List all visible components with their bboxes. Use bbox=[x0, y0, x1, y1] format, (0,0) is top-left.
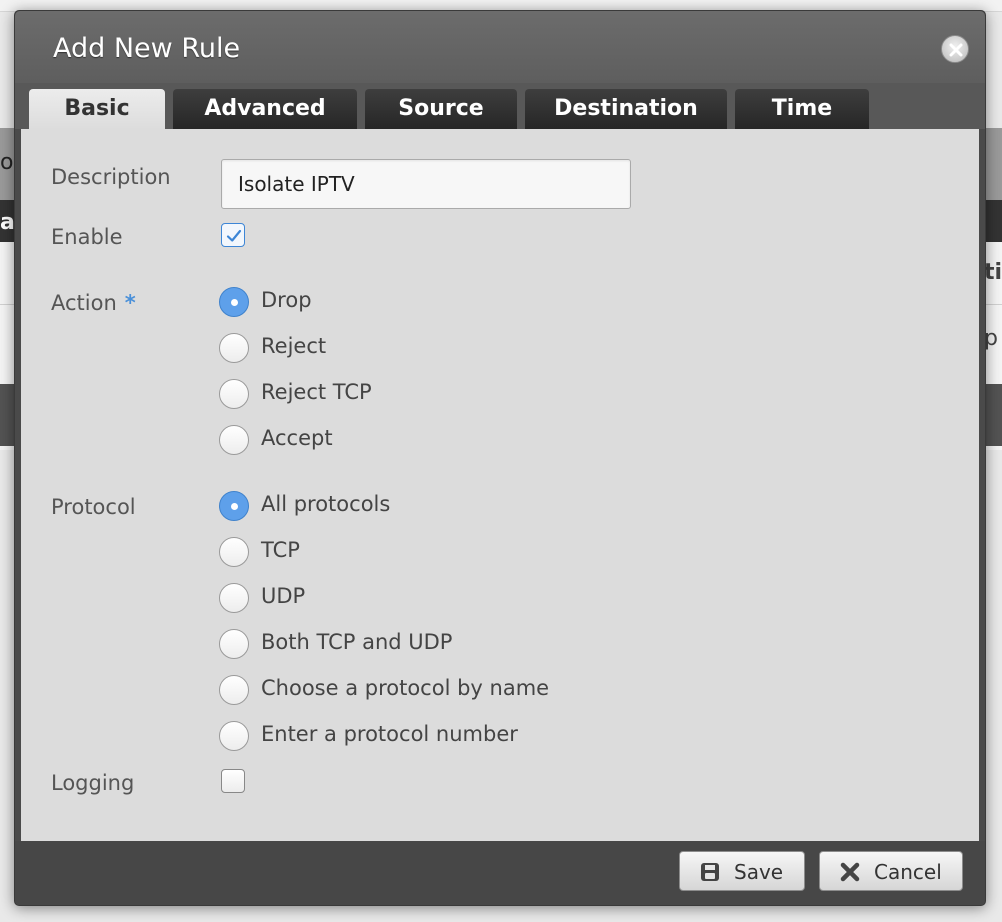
tab-time[interactable]: Time bbox=[735, 89, 869, 129]
save-button-label: Save bbox=[734, 860, 784, 884]
cancel-button[interactable]: Cancel bbox=[819, 851, 963, 891]
protocol-option-label: Both TCP and UDP bbox=[261, 630, 453, 654]
protocol-option-label: All protocols bbox=[261, 492, 391, 516]
radio-unselected[interactable] bbox=[219, 333, 249, 363]
action-option-label: Reject TCP bbox=[261, 380, 372, 404]
protocol-option-label: Enter a protocol number bbox=[261, 722, 518, 746]
tab-basic[interactable]: Basic bbox=[29, 89, 165, 130]
dialog-title: Add New Rule bbox=[53, 33, 241, 64]
tab-source[interactable]: Source bbox=[365, 89, 517, 129]
radio-unselected[interactable] bbox=[219, 537, 249, 567]
enable-label: Enable bbox=[51, 225, 123, 249]
action-option-label: Reject bbox=[261, 334, 327, 358]
action-option-label: Drop bbox=[261, 288, 312, 312]
radio-unselected[interactable] bbox=[219, 583, 249, 613]
radio-selected[interactable] bbox=[219, 491, 249, 521]
radio-unselected[interactable] bbox=[219, 425, 249, 455]
close-x-icon bbox=[949, 43, 963, 57]
action-label: Action * bbox=[51, 291, 136, 315]
logging-label: Logging bbox=[51, 771, 135, 795]
dialog-body: Description Enable Action * Drop Reject R… bbox=[21, 129, 979, 841]
radio-unselected[interactable] bbox=[219, 379, 249, 409]
close-button[interactable] bbox=[941, 35, 969, 63]
cancel-button-label: Cancel bbox=[874, 860, 942, 884]
action-option-label: Accept bbox=[261, 426, 333, 450]
protocol-option-label: Choose a protocol by name bbox=[261, 676, 550, 700]
protocol-option-label: UDP bbox=[261, 584, 306, 608]
required-marker: * bbox=[124, 291, 136, 315]
x-mark-icon bbox=[840, 862, 860, 882]
checkmark-icon bbox=[226, 229, 242, 242]
save-button[interactable]: Save bbox=[679, 851, 805, 891]
add-rule-dialog: Add New Rule Basic Advanced Source Desti… bbox=[14, 10, 986, 906]
background-column-fragment: ti bbox=[984, 260, 1002, 285]
radio-unselected[interactable] bbox=[219, 675, 249, 705]
protocol-label: Protocol bbox=[51, 495, 136, 519]
action-label-text: Action bbox=[51, 291, 117, 315]
radio-unselected[interactable] bbox=[219, 629, 249, 659]
description-label: Description bbox=[51, 165, 171, 189]
protocol-option-label: TCP bbox=[261, 538, 300, 562]
radio-unselected[interactable] bbox=[219, 721, 249, 751]
enable-checkbox[interactable] bbox=[221, 223, 245, 247]
tab-destination[interactable]: Destination bbox=[525, 89, 727, 129]
description-input[interactable] bbox=[221, 159, 631, 209]
radio-selected[interactable] bbox=[219, 287, 249, 317]
floppy-disk-icon bbox=[701, 863, 719, 881]
background-cell-fragment: p bbox=[984, 326, 998, 351]
logging-checkbox[interactable] bbox=[221, 769, 245, 793]
tab-advanced[interactable]: Advanced bbox=[173, 89, 357, 129]
